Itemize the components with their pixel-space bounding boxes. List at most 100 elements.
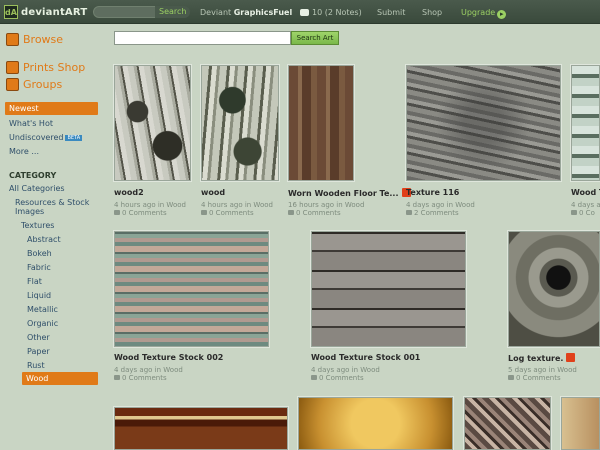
username: GraphicsFuel xyxy=(233,8,293,17)
textures-link[interactable]: Textures xyxy=(21,221,54,230)
comment-icon xyxy=(114,210,120,215)
title-log-texture[interactable]: Log texture. xyxy=(508,353,576,363)
mail-icon xyxy=(300,9,309,16)
meta-worn-floor: 16 hours ago in Wood xyxy=(288,201,365,209)
title-wood-stock-001[interactable]: Wood Texture Stock 001 xyxy=(311,353,420,362)
title-wood-t[interactable]: Wood T xyxy=(571,188,600,197)
upgrade-label: Upgrade xyxy=(461,8,496,17)
notes-count: 10 (2 Notes) xyxy=(312,8,362,17)
thumbnail-worn-floor[interactable] xyxy=(288,65,354,181)
sidebar: Browse Prints Shop Groups Newest What's … xyxy=(0,24,106,450)
browse-link[interactable]: Browse xyxy=(6,31,63,47)
comments-log-texture-text: 0 Comments xyxy=(516,374,561,382)
subcat-liquid[interactable]: Liquid xyxy=(27,291,51,300)
subcat-metallic[interactable]: Metallic xyxy=(27,305,58,314)
subcat-paper[interactable]: Paper xyxy=(27,347,50,356)
title-texture-116[interactable]: Texture 116 xyxy=(406,188,459,197)
comments-texture-116[interactable]: 2 Comments xyxy=(406,209,459,217)
search-art-input[interactable] xyxy=(114,31,291,45)
comments-wood-stock-002[interactable]: 0 Comments xyxy=(114,374,167,382)
resources-link[interactable]: Resources & Stock Images xyxy=(15,198,89,216)
user-prefix: Deviant xyxy=(200,8,232,17)
meta-wood-t: 4 days a xyxy=(571,201,600,209)
thumbnail-wood2[interactable] xyxy=(114,65,191,181)
subcat-fabric[interactable]: Fabric xyxy=(27,263,51,272)
shop-link[interactable]: Shop xyxy=(422,8,442,17)
meta-log-texture: 5 days ago in Wood xyxy=(508,366,577,374)
top-search-button[interactable]: Search xyxy=(155,6,191,18)
logo-text: deviantART xyxy=(21,6,88,18)
upgrade-link[interactable]: Upgrade ▸ xyxy=(461,8,507,19)
groups-link[interactable]: Groups xyxy=(6,76,62,92)
notes-link[interactable]: 10 (2 Notes) xyxy=(300,8,362,17)
submit-link[interactable]: Submit xyxy=(377,8,405,17)
thumbnail-row3-1[interactable] xyxy=(114,407,288,450)
subcat-abstract[interactable]: Abstract xyxy=(27,235,61,244)
search-art-button[interactable]: Search Art xyxy=(291,31,339,45)
comments-wood2-text: 0 Comments xyxy=(122,209,167,217)
title-wood2[interactable]: wood2 xyxy=(114,188,144,197)
meta-wood: 4 hours ago in Wood xyxy=(201,201,273,209)
comments-worn-floor-text: 0 Comments xyxy=(296,209,341,217)
comments-wood-stock-001-text: 0 Comments xyxy=(319,374,364,382)
subcat-organic[interactable]: Organic xyxy=(27,319,58,328)
prints-shop-link[interactable]: Prints Shop xyxy=(6,59,85,75)
comments-wood-stock-002-text: 0 Comments xyxy=(122,374,167,382)
title-wood-stock-002[interactable]: Wood Texture Stock 002 xyxy=(114,353,223,362)
browse-icon xyxy=(6,32,19,46)
subcat-flat[interactable]: Flat xyxy=(27,277,42,286)
shop-icon xyxy=(6,60,19,74)
undiscovered-label: Undiscovered xyxy=(9,133,64,142)
comment-icon xyxy=(201,210,207,215)
subcat-wood[interactable]: Wood xyxy=(22,372,98,385)
comments-wood2[interactable]: 0 Comments xyxy=(114,209,167,217)
thumbnail-row3-4[interactable] xyxy=(561,397,600,450)
title-worn-floor[interactable]: Worn Wooden Floor Te... xyxy=(288,188,411,198)
comments-wood[interactable]: 0 Comments xyxy=(201,209,254,217)
comments-wood-t-text: 0 Co xyxy=(579,209,595,217)
thumbnail-texture-116[interactable] xyxy=(406,65,561,181)
sort-undiscovered[interactable]: Undiscovered BETA xyxy=(9,133,83,142)
thumbnail-wood-stock-002[interactable] xyxy=(114,231,269,347)
comment-icon xyxy=(288,210,294,215)
thumbnail-wood-stock-001[interactable] xyxy=(311,231,466,347)
resources-line1: Resources & Stock xyxy=(15,198,90,207)
comment-icon xyxy=(311,375,317,380)
comment-icon xyxy=(114,375,120,380)
comments-worn-floor[interactable]: 0 Comments xyxy=(288,209,341,217)
thumbnail-row3-2[interactable] xyxy=(298,397,453,450)
category-heading: CATEGORY xyxy=(9,171,57,180)
thumbnail-log-texture[interactable] xyxy=(508,231,600,347)
subcat-rust[interactable]: Rust xyxy=(27,361,45,370)
comment-icon xyxy=(571,210,577,215)
comment-icon xyxy=(406,210,412,215)
sort-newest[interactable]: Newest xyxy=(5,102,98,115)
comments-wood-stock-001[interactable]: 0 Comments xyxy=(311,374,364,382)
sort-whats-hot[interactable]: What's Hot xyxy=(9,119,53,128)
meta-wood-stock-001: 4 days ago in Wood xyxy=(311,366,380,374)
meta-wood-stock-002: 4 days ago in Wood xyxy=(114,366,183,374)
beta-badge: BETA xyxy=(65,135,83,141)
resources-line2: Images xyxy=(15,207,45,216)
all-categories-link[interactable]: All Categories xyxy=(9,184,65,193)
groups-label: Groups xyxy=(23,77,63,91)
comments-texture-116-text: 2 Comments xyxy=(414,209,459,217)
upgrade-arrow-icon: ▸ xyxy=(497,10,507,19)
title-wood[interactable]: wood xyxy=(201,188,225,197)
thumbnail-wood[interactable] xyxy=(201,65,279,181)
title-log-texture-text: Log texture. xyxy=(508,354,564,363)
sort-more[interactable]: More ... xyxy=(9,147,39,156)
comments-wood-t[interactable]: 0 Co xyxy=(571,209,595,217)
top-bar: dA deviantART Search Deviant GraphicsFue… xyxy=(0,0,600,24)
logo[interactable]: dA deviantART xyxy=(4,3,87,21)
thumbnail-row3-3[interactable] xyxy=(464,397,551,450)
prints-shop-label: Prints Shop xyxy=(23,60,86,74)
comments-log-texture[interactable]: 0 Comments xyxy=(508,374,561,382)
subcat-bokeh[interactable]: Bokeh xyxy=(27,249,52,258)
thumbnail-wood-t[interactable] xyxy=(571,65,600,181)
comments-wood-text: 0 Comments xyxy=(209,209,254,217)
user-menu[interactable]: Deviant GraphicsFuel xyxy=(200,8,292,17)
browse-label: Browse xyxy=(23,32,64,46)
subcat-other[interactable]: Other xyxy=(27,333,50,342)
groups-icon xyxy=(6,77,19,91)
